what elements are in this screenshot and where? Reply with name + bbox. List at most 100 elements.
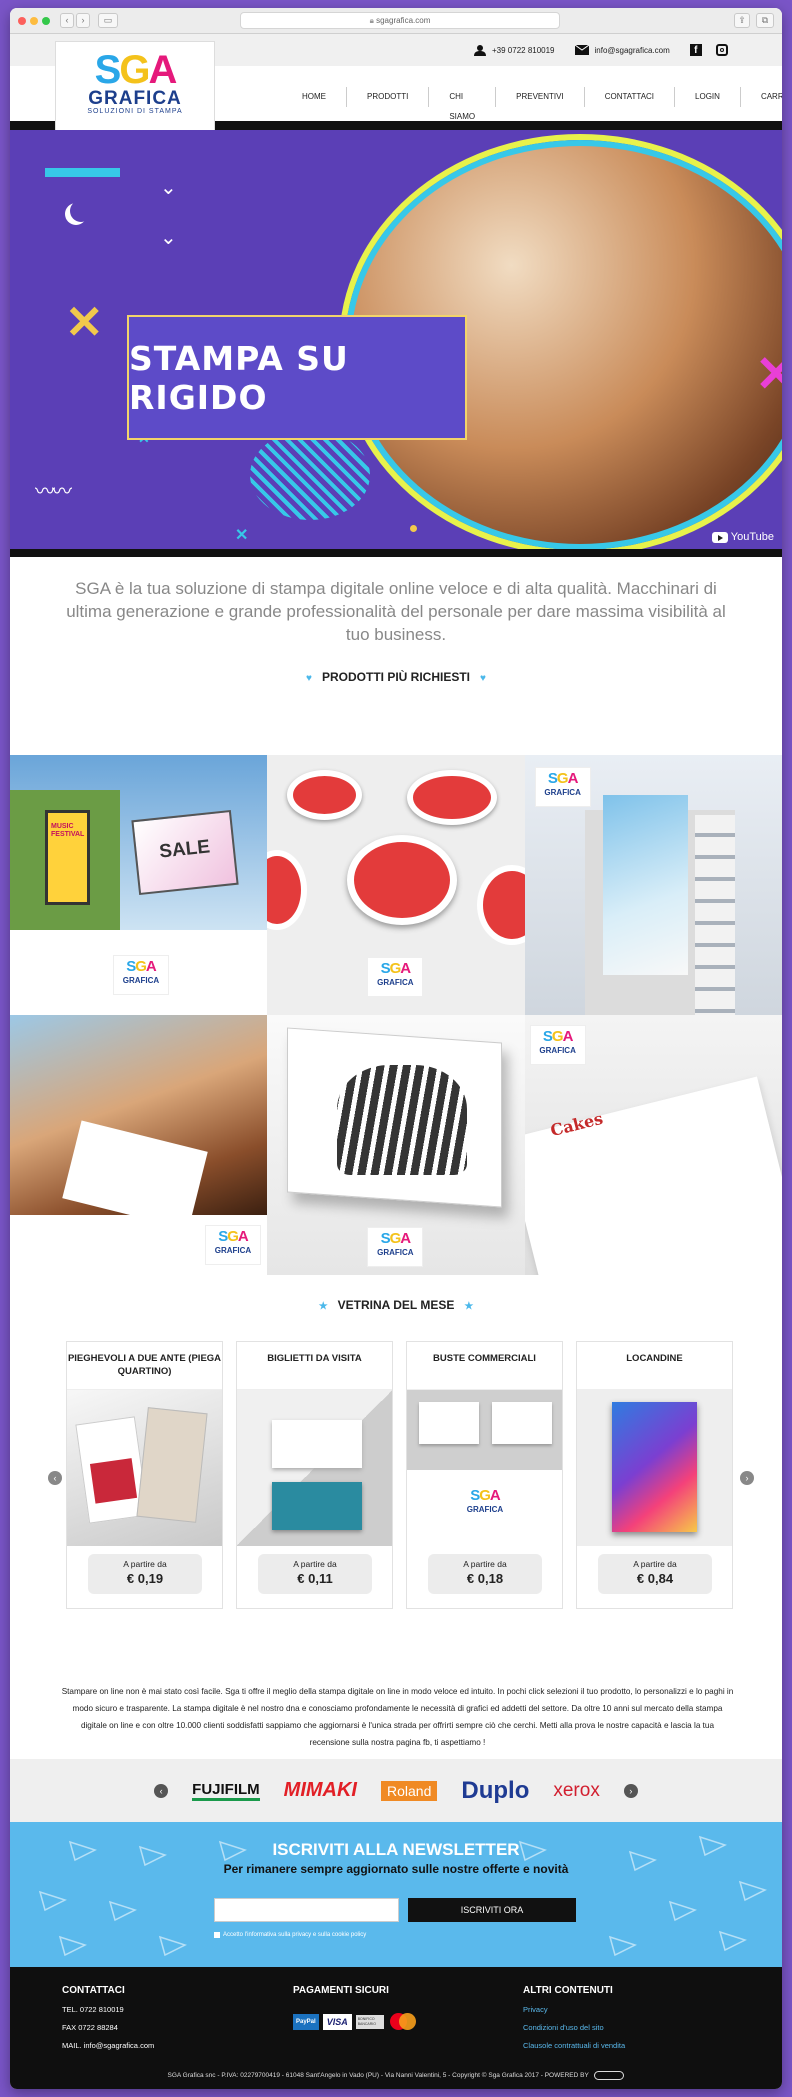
showcase-card-buste[interactable]: BUSTE COMMERCIALI SGA GRAFICA A partire d… xyxy=(406,1341,563,1609)
moon-icon xyxy=(70,200,92,222)
sga-mini-logo: SGA GRAFICA xyxy=(367,957,424,997)
partner-roland[interactable]: Roland xyxy=(381,1780,438,1801)
partner-fujifilm[interactable]: FUJIFILM xyxy=(192,1781,260,1801)
product-tile-rigid[interactable]: SGA GRAFICA xyxy=(10,1015,268,1275)
footer-link-terms[interactable]: Condizioni d'uso del sito xyxy=(523,2023,625,2032)
sidebar-icon[interactable]: ▭ xyxy=(98,13,118,28)
magenta-cross-icon: ✕ xyxy=(755,345,782,403)
nav-login[interactable]: LOGIN xyxy=(674,87,740,107)
nav-prodotti[interactable]: PRODOTTI xyxy=(346,87,428,107)
zoom-window-button[interactable] xyxy=(42,17,50,25)
showcase-card-biglietti[interactable]: BIGLIETTI DA VISITA A partire da € 0,11 xyxy=(236,1341,393,1609)
powered-by-logo[interactable] xyxy=(594,2071,625,2080)
products-heading: ♥ PRODOTTI PIÙ RICHIESTI ♥ xyxy=(10,670,782,684)
card-title: PIEGHEVOLI A DUE ANTE (PIEGA QUARTINO) xyxy=(67,1342,222,1390)
partners-next-arrow[interactable]: › xyxy=(623,1783,638,1798)
nav-chi-siamo[interactable]: CHI SIAMO xyxy=(428,87,495,121)
zigzag-icon: 〰〰 xyxy=(35,481,72,503)
price-label: A partire da xyxy=(293,1559,337,1569)
showcase-heading: ★ VETRINA DEL MESE ★ xyxy=(10,1298,782,1312)
minimize-window-button[interactable] xyxy=(30,17,38,25)
price-value: € 0,18 xyxy=(466,1571,504,1586)
footer-mail[interactable]: MAIL. info@sgagrafica.com xyxy=(62,2041,154,2050)
chevron-icon: ⌄ xyxy=(160,227,177,249)
tabs-icon[interactable]: ⧉ xyxy=(756,13,774,28)
url-text: sgagrafica.com xyxy=(376,16,431,25)
showcase-title: VETRINA DEL MESE xyxy=(337,1298,455,1312)
nav-contattaci[interactable]: CONTATTACI xyxy=(583,87,674,107)
products-grid: MUSIC FESTIVAL SALE SGA GRAFICA SGA GRAFIC… xyxy=(10,755,782,1275)
billboard-text: SALE xyxy=(131,809,239,896)
product-tile-plexiglass[interactable]: SGA GRAFICA xyxy=(267,1015,525,1275)
user-icon xyxy=(474,45,486,56)
footer-link-privacy[interactable]: Privacy xyxy=(523,2005,625,2014)
product-tile-stickers[interactable]: SGA GRAFICA xyxy=(267,755,525,1015)
envelope-icon xyxy=(574,45,589,55)
footer-legal: SGA Grafica snc - P.IVA: 02279700419 - 6… xyxy=(167,2072,589,2080)
privacy-checkbox[interactable] xyxy=(214,1932,220,1938)
sga-mini-logo: SGA GRAFICA xyxy=(367,1227,424,1267)
yellow-cross-icon: ✕ xyxy=(65,296,104,348)
forward-icon[interactable]: › xyxy=(76,13,90,28)
paypal-icon: PayPal xyxy=(293,2014,319,2030)
play-icon xyxy=(711,531,728,543)
footer-payments-title: PAGAMENTI SICURI xyxy=(293,1985,389,1996)
site-footer: CONTATTACI TEL. 0722 810019 FAX 0722 882… xyxy=(10,1967,782,2089)
partner-mimaki[interactable]: MIMAKI xyxy=(284,1779,357,1802)
back-icon[interactable]: ‹ xyxy=(60,13,74,28)
youtube-logo[interactable]: YouTube xyxy=(711,531,774,543)
nav-carrello[interactable]: CARRELLO xyxy=(739,87,782,107)
card-image xyxy=(237,1390,392,1546)
partner-duplo[interactable]: Duplo xyxy=(461,1777,529,1805)
card-title: BUSTE COMMERCIALI xyxy=(407,1342,562,1390)
price-box: A partire da € 0,19 xyxy=(88,1554,202,1594)
instagram-icon[interactable] xyxy=(715,44,728,56)
footer-other-title: ALTRI CONTENUTI xyxy=(523,1985,613,1996)
newsletter-title: ISCRIVITI ALLA NEWSLETTER xyxy=(272,1840,520,1859)
close-window-button[interactable] xyxy=(18,17,26,25)
sga-mini-logo: SGA GRAFICA xyxy=(113,955,169,995)
logo-mark: SGA xyxy=(94,48,178,92)
email-link[interactable]: info@sgagrafica.com xyxy=(595,46,670,55)
carousel-prev-arrow[interactable]: ‹ xyxy=(48,1471,62,1485)
partner-xerox[interactable]: xerox xyxy=(553,1780,599,1802)
facebook-icon[interactable]: f xyxy=(689,44,702,56)
intro-text: SGA è la tua soluzione di stampa digital… xyxy=(66,579,726,644)
card-title: BIGLIETTI DA VISITA xyxy=(237,1342,392,1390)
showcase-card-pieghevoli[interactable]: PIEGHEVOLI A DUE ANTE (PIEGA QUARTINO) A… xyxy=(66,1341,223,1609)
card-image xyxy=(577,1390,732,1546)
share-icon[interactable]: ⇪ xyxy=(734,13,750,28)
nav-home[interactable]: HOME xyxy=(282,87,346,107)
product-tile-building-banner[interactable]: SGA GRAFICA xyxy=(524,755,782,1015)
price-value: € 0,19 xyxy=(126,1571,164,1586)
nav-preventivi[interactable]: PREVENTIVI xyxy=(495,87,584,107)
price-box: A partire da € 0,18 xyxy=(428,1554,542,1594)
star-icon: ★ xyxy=(464,1301,474,1312)
partners-prev-arrow[interactable]: ‹ xyxy=(154,1783,169,1798)
logo-tagline: SOLUZIONI DI STAMPA xyxy=(87,108,183,115)
price-box: A partire da € 0,84 xyxy=(598,1554,712,1594)
address-bar[interactable]: 🔒︎ sgagrafica.com xyxy=(240,12,560,29)
newsletter-subscribe-button[interactable]: ISCRIVITI ORA xyxy=(408,1898,576,1922)
cyan-bar xyxy=(45,168,120,177)
footer-link-sales-clauses[interactable]: Clausole contrattuali di vendita xyxy=(523,2041,625,2050)
phone-number[interactable]: +39 0722 810019 xyxy=(492,46,555,55)
browser-toolbar: ‹ › ▭ 🔒︎ sgagrafica.com ⇪ ⧉ xyxy=(10,8,782,34)
youtube-label: YouTube xyxy=(730,531,774,543)
product-tile-stationery[interactable]: Cakes SGA GRAFICA xyxy=(524,1015,782,1275)
newsletter-section: ISCRIVITI ALLA NEWSLETTER Per rimanere s… xyxy=(10,1822,782,1967)
showcase-card-locandine[interactable]: LOCANDINE A partire da € 0,84 xyxy=(576,1341,733,1609)
newsletter-email-input[interactable] xyxy=(214,1898,399,1922)
seo-paragraph: Stampare on line non è mai stato così fa… xyxy=(61,1687,734,1747)
hero-video[interactable]: ⌄ ⌄ ✕ 〰〰 ✕ ✕ SGA GRAFICA ✕ STAMPA SU RIG… xyxy=(10,130,782,557)
price-value: € 0,11 xyxy=(297,1571,333,1586)
site-logo[interactable]: SGA GRAFICA SOLUZIONI DI STAMPA xyxy=(55,41,215,131)
visa-icon: VISA xyxy=(322,2014,352,2030)
product-tile-posters[interactable]: MUSIC FESTIVAL SALE SGA GRAFICA xyxy=(10,755,268,1015)
footer-contact-title: CONTATTACI xyxy=(62,1985,125,1996)
star-icon: ★ xyxy=(318,1301,328,1312)
partners-carousel: ‹ FUJIFILM MIMAKI Roland Duplo xerox › xyxy=(10,1759,782,1822)
products-title: PRODOTTI PIÙ RICHIESTI xyxy=(321,670,470,684)
card-image xyxy=(67,1390,222,1546)
dot-icon xyxy=(410,525,417,532)
